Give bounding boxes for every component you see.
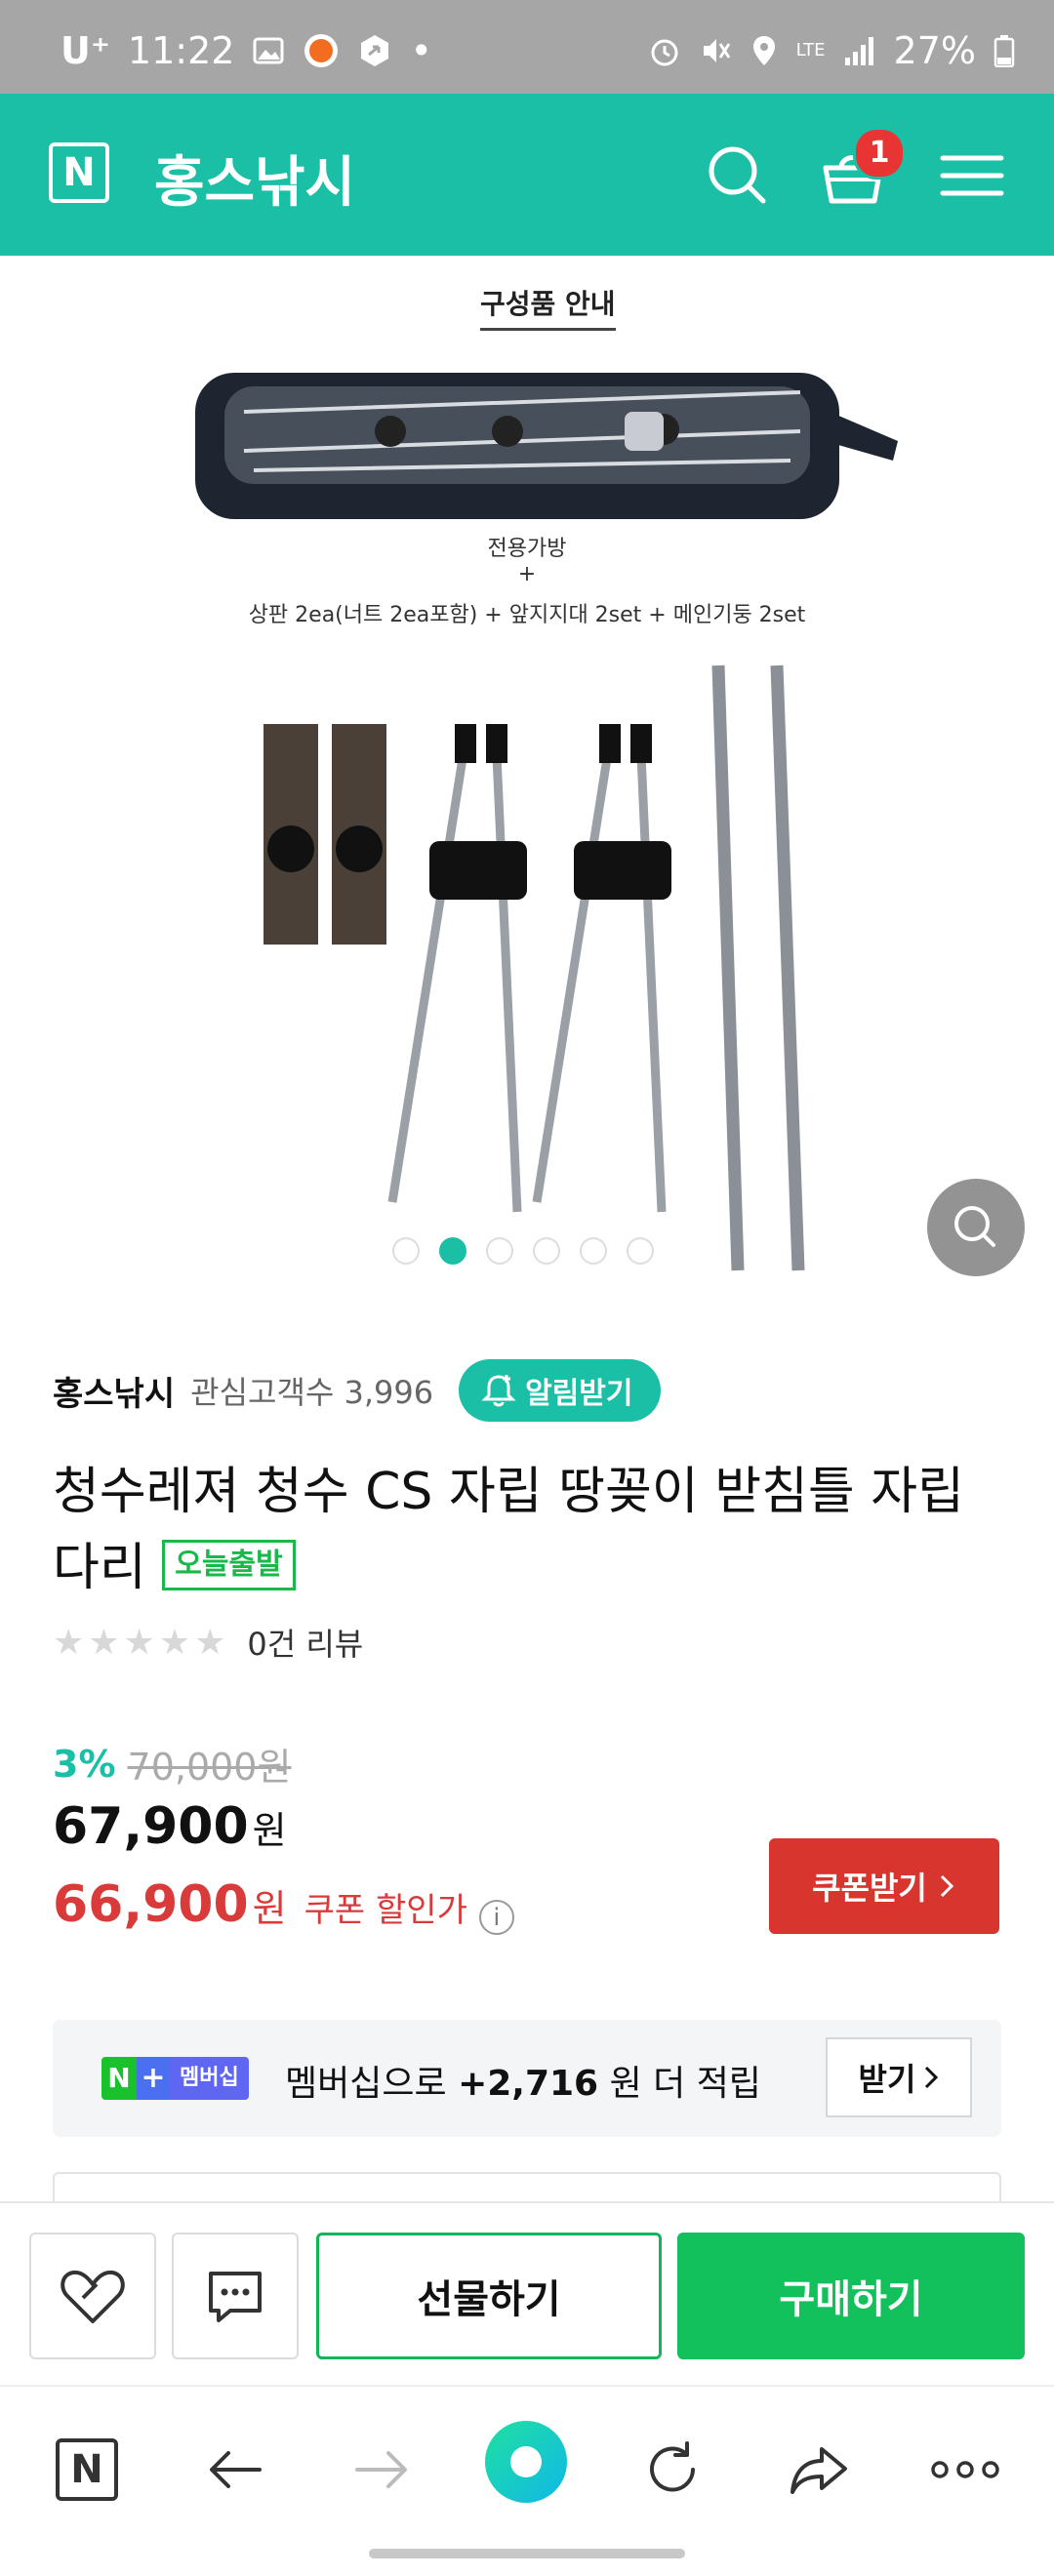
buy-button[interactable]: 구매하기	[677, 2233, 1025, 2359]
carousel-indicator	[392, 1237, 654, 1265]
coupon-price-label: 쿠폰 할인가	[304, 1891, 467, 1930]
battery-level: 27%	[893, 29, 976, 72]
membership-text: 멤버십으로 +2,716 원 더 적립	[285, 2055, 761, 2106]
coupon-download-button[interactable]: 쿠폰받기	[769, 1838, 999, 1934]
chat-icon	[209, 2272, 262, 2322]
membership-points: +2,716	[458, 2064, 599, 2104]
gift-button[interactable]: 선물하기	[316, 2233, 662, 2359]
app-notification-icon	[304, 34, 339, 67]
sale-price: 67,900 원	[53, 1797, 287, 1856]
alarm-icon	[651, 39, 678, 66]
store-title[interactable]: 홍스낚시	[154, 139, 355, 218]
chevron-right-icon	[925, 2066, 939, 2089]
share-button[interactable]	[775, 2426, 863, 2514]
original-price: 70,000원	[127, 1746, 292, 1789]
clock: 11:22	[127, 29, 235, 72]
home-indicator[interactable]	[369, 2549, 685, 2558]
mute-icon	[703, 39, 730, 62]
battery-icon	[993, 35, 1015, 67]
carousel-dot[interactable]	[486, 1237, 513, 1265]
purchase-bar: 선물하기 구매하기	[0, 2201, 1054, 2385]
naver-plus-membership-badge: N + 멤버십	[101, 2057, 249, 2100]
browser-navigation-bar: N	[0, 2385, 1054, 2576]
discount-row: 3% 70,000원	[53, 1737, 291, 1791]
carousel-dot[interactable]	[392, 1237, 420, 1265]
naver-logo: N	[56, 2438, 118, 2501]
forward-button[interactable]	[338, 2426, 426, 2514]
location-icon	[752, 36, 775, 65]
fans-count: 관심고객수 3,996	[190, 1374, 434, 1411]
heart-icon	[61, 2270, 125, 2323]
gallery-icon	[253, 37, 284, 64]
more-notifications-dot: •	[410, 29, 432, 72]
sale-price-currency: 원	[252, 1809, 287, 1852]
talk-button[interactable]	[172, 2233, 299, 2359]
review-count[interactable]: 0건 리뷰	[247, 1620, 363, 1665]
naver-home-button[interactable]: N	[43, 2426, 131, 2514]
share-arrow-icon	[790, 2447, 847, 2494]
carousel-dot[interactable]	[533, 1237, 560, 1265]
app-header: N 홍스낚시 1	[0, 94, 1054, 256]
search-icon	[709, 146, 766, 204]
network-label: LTE	[795, 40, 826, 60]
discount-rate: 3%	[53, 1742, 116, 1786]
coupon-button-label: 쿠폰받기	[812, 1870, 927, 1907]
sale-price-value: 67,900	[53, 1797, 249, 1856]
cart-count-badge: 1	[853, 127, 906, 180]
receive-button-label: 받기	[858, 2061, 916, 2098]
carousel-dot[interactable]	[627, 1237, 654, 1265]
product-parts-illustration	[264, 664, 805, 1271]
naver-logo[interactable]: N	[49, 142, 109, 203]
rating-row[interactable]: ★★★★★ 0건 리뷰	[53, 1620, 363, 1665]
image-caption-title: 구성품 안내	[480, 283, 616, 331]
membership-receive-button[interactable]: 받기	[826, 2037, 972, 2117]
image-zoom-button[interactable]	[927, 1179, 1025, 1276]
carousel-dot[interactable]	[580, 1237, 607, 1265]
wishlist-button[interactable]	[29, 2233, 156, 2359]
same-day-shipping-badge: 오늘출발	[162, 1540, 296, 1590]
carrier-label: U⁺	[61, 29, 110, 72]
refresh-icon	[650, 2441, 695, 2492]
green-dot-button[interactable]	[482, 2418, 570, 2506]
carousel-dot-active[interactable]	[439, 1237, 466, 1265]
membership-text-suffix: 원 더 적립	[609, 2064, 761, 2104]
image-caption-line2: 상판 2ea(너트 2ea포함) + 앞지지대 2set + 메인기둥 2set	[248, 603, 806, 627]
menu-button[interactable]	[933, 137, 1011, 215]
product-title: 청수레져 청수 CS 자립 땅꽂이 받침틀 자립다리 오늘출발	[53, 1454, 1009, 1606]
alert-button-label: 알림받기	[525, 1377, 633, 1411]
image-caption-plus: +	[517, 562, 537, 586]
rating-stars: ★★★★★	[53, 1622, 230, 1663]
coupon-price-row: 66,900 원 쿠폰 할인가 i	[53, 1875, 514, 1935]
refresh-button[interactable]	[628, 2426, 716, 2514]
search-button[interactable]	[699, 137, 777, 215]
cart-button[interactable]: 1	[814, 127, 906, 215]
coupon-price: 66,900 원	[53, 1875, 287, 1934]
share-notification-icon	[361, 35, 389, 66]
alert-subscribe-button[interactable]: 알림받기	[459, 1359, 661, 1422]
membership-text-prefix: 멤버십으로	[285, 2064, 447, 2104]
more-icon	[931, 2461, 999, 2478]
product-image-carousel[interactable]: 구성품 안내 전용가방 + 상판 2ea(너트 2ea포함) + 앞지지대 2s…	[0, 256, 1054, 1290]
chevron-right-icon	[940, 1874, 953, 1898]
badge-membership-label: 멤버십	[170, 2057, 249, 2100]
membership-banner: N + 멤버십 멤버십으로 +2,716 원 더 적립 받기	[53, 2020, 1001, 2137]
signal-icon	[844, 37, 873, 65]
coupon-price-value: 66,900	[53, 1875, 249, 1934]
bell-plus-icon	[481, 1375, 516, 1407]
more-button[interactable]	[921, 2426, 1009, 2514]
coupon-price-currency: 원	[252, 1887, 287, 1930]
zoom-icon	[954, 1206, 995, 1247]
info-icon[interactable]: i	[478, 1900, 514, 1935]
back-button[interactable]	[191, 2426, 279, 2514]
image-caption-line1: 전용가방	[487, 537, 567, 561]
seller-row: 홍스낚시 관심고객수 3,996 알림받기	[53, 1356, 661, 1425]
badge-n: N	[101, 2057, 137, 2100]
seller-name[interactable]: 홍스낚시	[53, 1367, 175, 1415]
badge-plus: +	[137, 2057, 170, 2100]
arrow-right-icon	[355, 2451, 407, 2488]
arrow-left-icon	[210, 2451, 262, 2488]
green-dot-icon	[485, 2421, 567, 2503]
status-bar: U⁺ 11:22 • LTE 27%	[0, 0, 1054, 94]
hamburger-icon	[940, 155, 1004, 196]
